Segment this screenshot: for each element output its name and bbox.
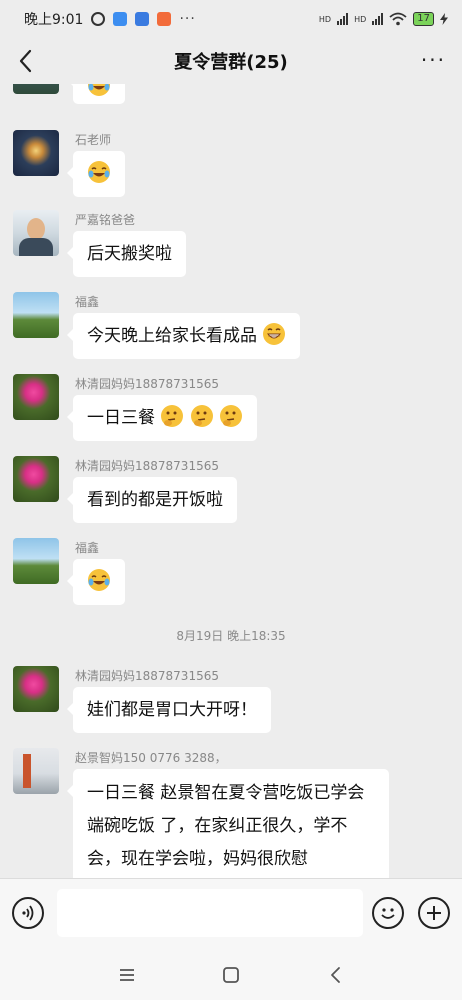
plus-icon — [427, 906, 441, 920]
sender-name: 严嘉铭爸爸 — [75, 213, 136, 227]
avatar[interactable] — [13, 292, 59, 338]
more-options-icon[interactable]: ··· — [421, 48, 446, 72]
signal-icon — [337, 13, 349, 25]
sender-name: 林清园妈妈18878731565 — [75, 669, 219, 683]
battery-icon: 17 — [413, 12, 434, 26]
input-bar — [0, 878, 462, 951]
sender-name: 赵景智妈150 0776 3288， — [75, 751, 227, 765]
charging-icon — [440, 13, 448, 25]
wifi-icon — [389, 12, 407, 26]
back-icon[interactable] — [324, 963, 348, 987]
avatar[interactable] — [13, 374, 59, 420]
back-arrow-icon[interactable] — [14, 46, 38, 76]
crying-laughing-emoji-icon — [88, 161, 110, 183]
network-type-2: HD — [354, 14, 367, 24]
message-bubble[interactable] — [67, 151, 125, 197]
status-right: HD HD 17 — [319, 12, 448, 26]
message-bubble[interactable]: 娃们都是胃口大开呀！ — [67, 687, 271, 733]
thinking-emoji-icon — [161, 405, 184, 427]
sender-name: 福鑫 — [75, 541, 100, 555]
home-icon[interactable] — [219, 963, 243, 987]
message-bubble[interactable]: 看到的都是开饭啦 — [67, 477, 237, 523]
avatar[interactable] — [13, 456, 59, 502]
signal-icon — [372, 13, 384, 25]
message-timestamp: 8月19日 晚上18:35 — [176, 629, 286, 643]
message-bubble[interactable]: 后天搬奖啦 — [67, 231, 186, 277]
message-text: 后天搬奖啦 — [87, 244, 172, 264]
more-notifications-icon: ··· — [179, 11, 196, 27]
message-bubble[interactable]: 今天晚上给家长看成品 — [66, 313, 301, 359]
menu-icon[interactable] — [115, 963, 139, 987]
sender-name: 林清园妈妈18878731565 — [75, 459, 219, 473]
avatar[interactable] — [13, 666, 59, 712]
system-nav-bar — [0, 950, 462, 1000]
network-type-1: HD — [318, 14, 332, 24]
grinning-emoji-icon — [263, 323, 286, 345]
emoji-picker-button[interactable] — [372, 897, 404, 929]
alarm-icon — [91, 12, 106, 26]
message-text: 看到的都是开饭啦 — [87, 490, 223, 510]
status-bar: 晚上9:01 ··· HD HD 17 — [0, 0, 462, 38]
avatar[interactable] — [13, 130, 59, 176]
message-text: 娃们都是胃口大开呀！ — [87, 700, 257, 720]
smiley-icon — [381, 908, 395, 919]
message-bubble[interactable] — [67, 559, 125, 605]
sender-name: 石老师 — [75, 133, 112, 147]
message-text: 今天晚上给家长看成品 — [87, 326, 257, 346]
message-bubble[interactable] — [67, 84, 125, 104]
sender-name: 福鑫 — [75, 295, 100, 309]
chat-title: 夏令营群(25) — [174, 52, 288, 73]
app-notification-icon — [157, 12, 172, 26]
toutiao-icon — [135, 12, 150, 26]
message-bubble[interactable]: 一日三餐 赵景智在夏令营吃饭已学会 端碗吃饭 了，在家纠正很久，学不会，现在学会… — [67, 769, 389, 878]
crying-laughing-emoji-icon — [88, 569, 110, 591]
avatar[interactable] — [13, 538, 59, 584]
more-actions-button[interactable] — [418, 897, 450, 929]
message-list[interactable]: 石老师 严嘉铭爸爸 后天搬奖啦 福鑫 今天晚上给家长看成品 林清园妈妈18878… — [0, 84, 462, 878]
status-time: 晚上9:01 — [24, 12, 84, 28]
thinking-emoji-icon — [220, 405, 243, 427]
avatar[interactable] — [13, 748, 59, 794]
sender-name: 林清园妈妈18878731565 — [75, 377, 219, 391]
message-text: 一日三餐 — [87, 408, 155, 428]
avatar[interactable] — [13, 210, 59, 256]
voice-input-button[interactable] — [12, 897, 44, 929]
chat-header: 夏令营群(25) ··· — [0, 38, 462, 84]
status-left: 晚上9:01 ··· — [24, 9, 196, 29]
app-notification-icon — [113, 12, 128, 26]
thinking-emoji-icon — [190, 405, 213, 427]
crying-laughing-emoji-icon — [88, 84, 110, 96]
message-text: 一日三餐 赵景智在夏令营吃饭已学会 端碗吃饭 了，在家纠正很久，学不会，现在学会… — [87, 783, 365, 869]
message-input[interactable] — [57, 889, 363, 937]
avatar[interactable] — [13, 84, 59, 94]
message-bubble[interactable]: 一日三餐 — [66, 395, 258, 441]
voice-icon — [22, 905, 34, 921]
